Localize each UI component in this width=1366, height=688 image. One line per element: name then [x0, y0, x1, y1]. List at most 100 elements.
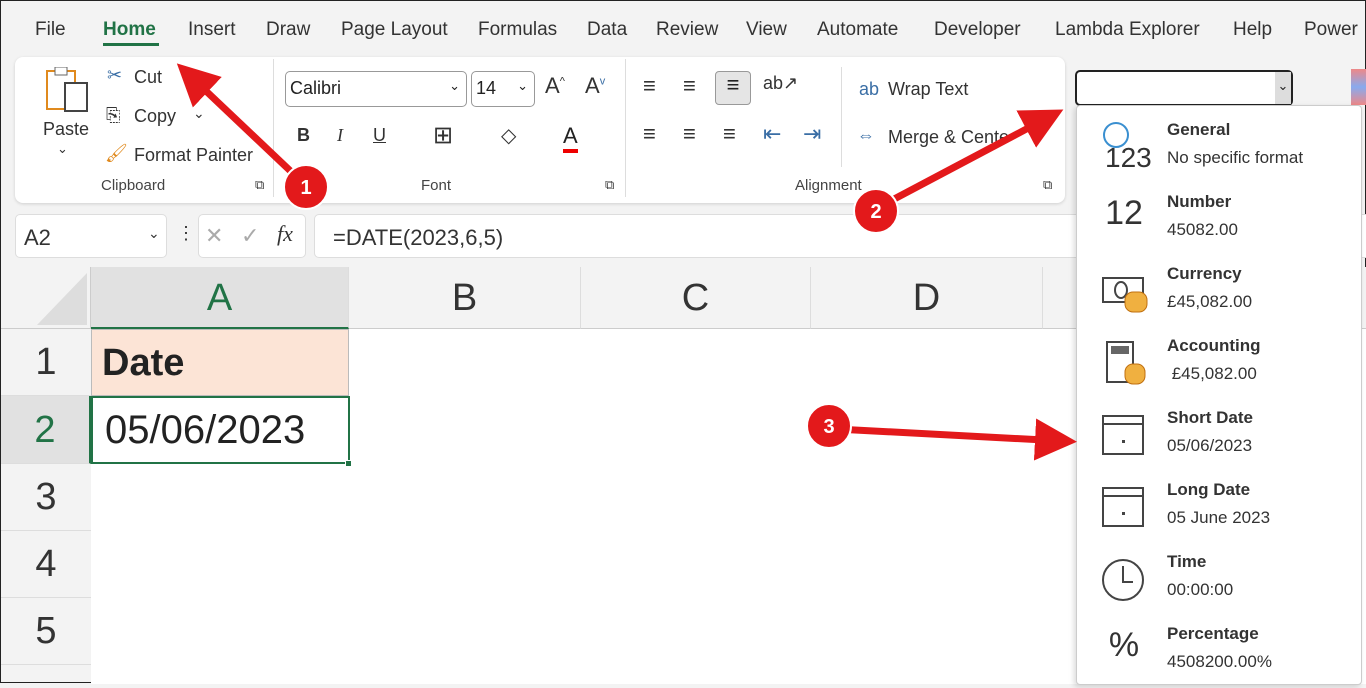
wrap-text-icon: ab	[859, 79, 880, 99]
format-painter-button[interactable]: Format Painter	[134, 145, 253, 166]
conditional-format-icon[interactable]	[1351, 69, 1366, 105]
cell-a2[interactable]: 05/06/2023	[91, 396, 350, 464]
align-center-icon[interactable]: ≡	[683, 121, 696, 147]
row-header-4[interactable]: 4	[1, 531, 91, 598]
format-option-time[interactable]: Time 00:00:00	[1077, 544, 1363, 616]
row-header-2[interactable]: 2	[1, 396, 91, 464]
bold-button[interactable]: B	[297, 125, 310, 146]
format-option-currency[interactable]: Currency £45,082.00	[1077, 256, 1363, 328]
tab-formulas[interactable]: Formulas	[478, 19, 557, 41]
select-all-button[interactable]	[1, 267, 91, 329]
column-header-c[interactable]: C	[581, 267, 811, 329]
tab-page-layout[interactable]: Page Layout	[341, 19, 448, 41]
number-12-icon: 12	[1105, 194, 1143, 232]
tab-lambda-explorer[interactable]: Lambda Explorer	[1055, 19, 1200, 41]
font-color-icon[interactable]: A	[563, 123, 578, 153]
tab-power[interactable]: Power	[1304, 19, 1358, 41]
more-options-icon[interactable]: ⋮	[177, 223, 195, 244]
format-name: Currency	[1167, 264, 1242, 283]
column-header-a[interactable]: A	[91, 267, 349, 329]
number-format-dropdown: 123 General No specific format 12 Number 450…	[1076, 105, 1362, 685]
formula-controls: ✕ ✓ fx	[198, 214, 306, 258]
decrease-font-icon[interactable]: Av	[585, 73, 605, 99]
tab-file[interactable]: File	[35, 19, 66, 41]
number-format-select[interactable]: ⌄	[1075, 70, 1293, 106]
row-header-5[interactable]: 5	[1, 598, 91, 665]
format-example: 45082.00	[1167, 220, 1238, 239]
font-name-select[interactable]: Calibri ⌄	[285, 71, 467, 107]
format-example: £45,082.00	[1167, 292, 1253, 311]
tab-review[interactable]: Review	[656, 19, 718, 41]
merge-center-button[interactable]: Merge & Center	[888, 127, 1008, 148]
italic-button[interactable]: I	[337, 125, 343, 146]
divider	[625, 59, 626, 197]
enter-icon[interactable]: ✓	[241, 223, 259, 249]
divider	[841, 67, 842, 167]
cut-button[interactable]: Cut	[134, 67, 162, 88]
cancel-icon[interactable]: ✕	[205, 223, 223, 249]
align-right-icon[interactable]: ≡	[723, 121, 736, 147]
calendar-icon	[1099, 410, 1149, 460]
align-top-icon[interactable]: ≡	[643, 73, 656, 99]
tab-insert[interactable]: Insert	[188, 19, 236, 41]
font-launcher-icon[interactable]: ⧉	[605, 177, 614, 193]
column-header-d[interactable]: D	[811, 267, 1043, 329]
alignment-launcher-icon[interactable]: ⧉	[1043, 177, 1052, 193]
tab-draw[interactable]: Draw	[266, 19, 310, 41]
format-name: Short Date	[1167, 408, 1253, 427]
format-name: Accounting	[1167, 336, 1261, 355]
row-header-3[interactable]: 3	[1, 464, 91, 531]
column-header-b[interactable]: B	[349, 267, 581, 329]
format-option-percentage[interactable]: % Percentage 4508200.00%	[1077, 616, 1363, 688]
row-header-1[interactable]: 1	[1, 329, 91, 396]
align-bottom-icon[interactable]: ≡	[715, 71, 751, 105]
paste-chevron-icon[interactable]: ⌄	[57, 141, 68, 157]
tab-home[interactable]: Home	[103, 19, 156, 41]
format-option-accounting[interactable]: Accounting £45,082.00	[1077, 328, 1363, 400]
divider	[273, 59, 274, 197]
format-option-short-date[interactable]: Short Date 05/06/2023	[1077, 400, 1363, 472]
fill-color-icon[interactable]: ◇	[501, 123, 516, 148]
tab-help[interactable]: Help	[1233, 19, 1272, 41]
percent-icon: %	[1108, 626, 1140, 664]
font-size-value: 14	[476, 78, 497, 98]
font-size-select[interactable]: 14 ⌄	[471, 71, 535, 107]
format-option-number[interactable]: 12 Number 45082.00	[1077, 184, 1363, 256]
tab-view[interactable]: View	[746, 19, 787, 41]
format-name: Time	[1167, 552, 1207, 571]
wrap-text-button[interactable]: Wrap Text	[888, 79, 968, 100]
format-option-general[interactable]: 123 General No specific format	[1077, 112, 1363, 184]
font-group-label: Font	[421, 177, 452, 194]
copy-button[interactable]: Copy	[134, 106, 176, 127]
tab-data[interactable]: Data	[587, 19, 627, 41]
increase-font-icon[interactable]: A^	[545, 73, 565, 99]
insert-function-button[interactable]: fx	[277, 221, 293, 247]
orientation-icon[interactable]: ab↗	[763, 73, 798, 94]
paste-button[interactable]: Paste	[43, 119, 89, 140]
align-middle-icon[interactable]: ≡	[683, 73, 696, 99]
borders-icon[interactable]: ⊞	[433, 121, 453, 150]
clipboard-group-label: Clipboard	[101, 177, 166, 194]
tab-automate[interactable]: Automate	[817, 19, 898, 41]
format-painter-icon: 🖌	[105, 143, 128, 163]
clipboard-launcher-icon[interactable]: ⧉	[255, 177, 264, 193]
banknote-coins-icon	[1099, 266, 1149, 316]
calculator-coins-icon	[1099, 338, 1149, 388]
align-left-icon[interactable]: ≡	[643, 121, 656, 147]
format-option-long-date[interactable]: Long Date 05 June 2023	[1077, 472, 1363, 544]
cell-a1[interactable]: Date	[91, 329, 349, 396]
decrease-indent-icon[interactable]: ⇤	[763, 121, 781, 147]
format-name: General	[1167, 120, 1231, 139]
copy-icon: ⎘	[106, 105, 121, 125]
name-box-value: A2	[24, 225, 51, 250]
increase-indent-icon[interactable]: ⇥	[803, 121, 821, 147]
format-example: £45,082.00	[1167, 364, 1257, 383]
paste-icon[interactable]	[45, 66, 89, 113]
clock-icon	[1099, 554, 1149, 604]
format-example: 00:00:00	[1167, 580, 1234, 599]
underline-button[interactable]: U	[373, 125, 386, 146]
fill-handle[interactable]	[345, 460, 352, 467]
copy-chevron-icon[interactable]: ⌄	[193, 105, 205, 122]
name-box[interactable]: A2 ⌄	[15, 214, 167, 258]
tab-developer[interactable]: Developer	[934, 19, 1021, 41]
